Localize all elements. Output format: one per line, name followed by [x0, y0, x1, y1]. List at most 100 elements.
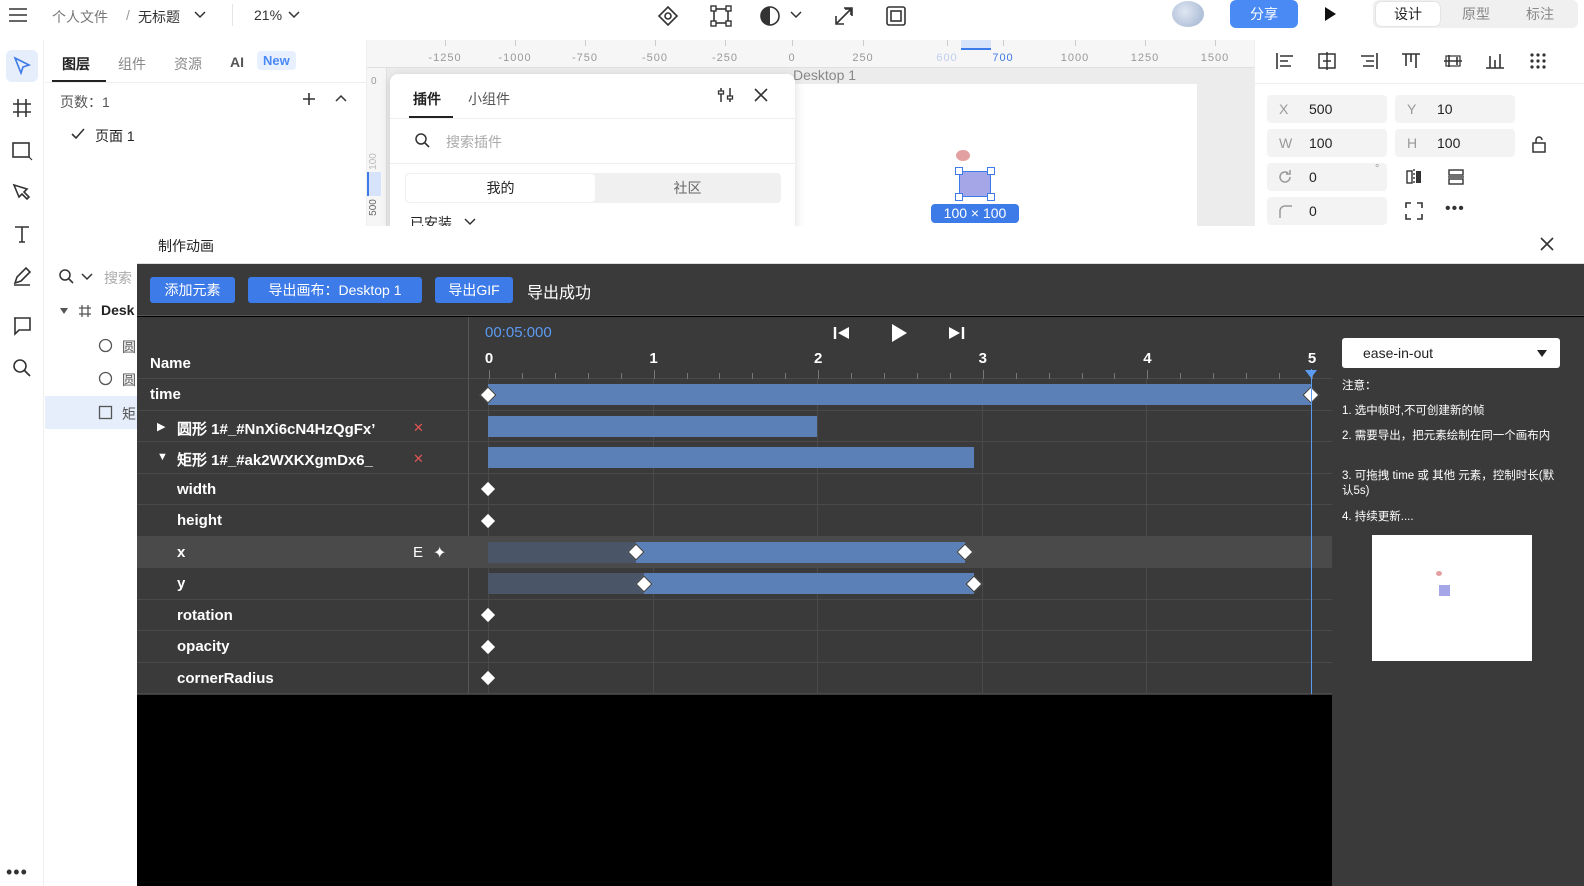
w-field[interactable]: W 100	[1267, 129, 1387, 157]
playhead-handle-icon[interactable]	[1304, 369, 1318, 379]
timeline-row-name[interactable]: time	[137, 379, 468, 411]
timeline-track[interactable]	[468, 663, 1332, 694]
resize-handle[interactable]	[955, 167, 963, 175]
corner-radius-field[interactable]: 0	[1267, 197, 1387, 225]
keyframe-diamond[interactable]	[480, 513, 496, 528]
timeline-row-name[interactable]: opacity	[137, 631, 468, 663]
rotation-value[interactable]: 0	[1309, 169, 1317, 185]
align-v-center-icon[interactable]	[1443, 52, 1463, 70]
segment-community[interactable]: 社区	[595, 174, 780, 202]
add-keyframe-icon[interactable]: ✦	[433, 543, 446, 563]
timeline-track[interactable]	[468, 631, 1332, 663]
plugin-search-input[interactable]: 搜索插件	[446, 132, 502, 152]
playhead[interactable]	[1311, 369, 1312, 694]
avatar[interactable]	[1172, 1, 1204, 27]
segment-mine[interactable]: 我的	[406, 174, 595, 202]
timeline-bar[interactable]	[488, 447, 974, 468]
export-gif-button[interactable]: 导出GIF	[435, 277, 513, 303]
align-h-center-icon[interactable]	[1317, 52, 1337, 70]
timeline-bar[interactable]	[488, 384, 1311, 405]
mode-design[interactable]: 设计	[1376, 2, 1440, 26]
rotation-field[interactable]: 0 °	[1267, 163, 1387, 191]
timeline-row-name[interactable]: ▼ 矩形 1#_#ak2WXKXgmDx6_ ✕	[137, 442, 468, 474]
layer-item-frame[interactable]: Desk	[101, 302, 134, 318]
pencil-icon[interactable]	[6, 260, 38, 292]
distribute-grid-icon[interactable]	[1529, 52, 1547, 70]
frame-label[interactable]: Desktop 1	[793, 67, 856, 83]
timeline-row-name[interactable]: y	[137, 568, 468, 600]
timeline-row-name[interactable]: height	[137, 505, 468, 537]
close-dialog-icon[interactable]	[1540, 237, 1554, 251]
h-field[interactable]: H 100	[1395, 129, 1515, 157]
close-icon[interactable]	[754, 88, 768, 102]
boolean-icon[interactable]	[758, 4, 782, 28]
timeline-track[interactable]	[468, 505, 1332, 537]
timeline-row-name[interactable]: cornerRadius	[137, 663, 468, 694]
text-icon[interactable]	[6, 218, 38, 250]
play-icon[interactable]	[1322, 6, 1338, 22]
collapse-pages-icon[interactable]	[335, 94, 347, 102]
move-tool[interactable]	[6, 50, 38, 82]
settings-sliders-icon[interactable]	[716, 86, 736, 104]
h-value[interactable]: 100	[1437, 135, 1460, 151]
timeline-track[interactable]	[468, 379, 1332, 411]
flip-horizontal-icon[interactable]	[1405, 168, 1423, 186]
component-icon[interactable]	[656, 4, 680, 28]
more-icon[interactable]: •••	[6, 862, 28, 883]
align-bottom-icon[interactable]	[1485, 52, 1505, 70]
timeline-bar[interactable]	[636, 541, 966, 563]
layer-item-ellipse-1[interactable]: 圆	[122, 337, 136, 357]
keyframe-diamond[interactable]	[480, 608, 496, 623]
chevron-down-icon[interactable]	[194, 11, 206, 19]
timeline-bar[interactable]	[488, 415, 818, 437]
tree-expand-icon[interactable]	[59, 307, 69, 315]
collapse-icon[interactable]: ▼	[157, 451, 168, 463]
ellipse-shape[interactable]	[956, 150, 970, 161]
flip-vertical-icon[interactable]	[1447, 168, 1465, 186]
timeline-row-name[interactable]: width	[137, 474, 468, 505]
expand-icon[interactable]: ▶	[157, 420, 165, 433]
x-field[interactable]: X 500	[1267, 95, 1387, 123]
timeline-track[interactable]	[468, 536, 1332, 568]
tab-layers[interactable]: 图层	[62, 54, 90, 74]
more-options-icon[interactable]: •••	[1445, 200, 1465, 218]
y-field[interactable]: Y 10	[1395, 95, 1515, 123]
resize-icon[interactable]	[832, 4, 856, 28]
timeline-track[interactable]	[468, 568, 1332, 600]
resize-handle[interactable]	[987, 193, 995, 201]
layer-search-icon[interactable]	[58, 268, 74, 284]
timeline-track[interactable]	[468, 474, 1332, 505]
corner-radius-value[interactable]: 0	[1309, 203, 1317, 219]
align-top-icon[interactable]	[1401, 52, 1421, 70]
lock-icon[interactable]	[1531, 135, 1547, 153]
layer-item-rect[interactable]: 矩	[122, 404, 136, 424]
x-value[interactable]: 500	[1309, 101, 1332, 117]
document-title[interactable]: 无标题	[138, 7, 180, 27]
zoom-chevron-icon[interactable]	[288, 11, 300, 19]
independent-corners-icon[interactable]	[1405, 202, 1423, 220]
keyframe-diamond[interactable]	[480, 671, 496, 686]
w-value[interactable]: 100	[1309, 135, 1332, 151]
tab-plugins[interactable]: 插件	[413, 89, 441, 109]
tab-ai[interactable]: AI	[230, 54, 244, 70]
mode-inspect[interactable]: 标注	[1508, 2, 1572, 26]
remove-icon[interactable]: ✕	[413, 451, 424, 467]
edit-easing-label[interactable]: E	[413, 544, 423, 561]
layer-item-ellipse-2[interactable]: 圆	[122, 370, 136, 390]
add-page-icon[interactable]	[302, 92, 316, 106]
page-item[interactable]: 页面 1	[95, 126, 135, 146]
pen-icon[interactable]	[6, 176, 38, 208]
timeline-track[interactable]	[468, 411, 1332, 442]
tab-assets[interactable]: 资源	[174, 54, 202, 74]
keyframe-diamond[interactable]	[480, 482, 496, 497]
boolean-chevron-icon[interactable]	[790, 11, 802, 19]
mode-prototype[interactable]: 原型	[1444, 2, 1508, 26]
breadcrumb-root[interactable]: 个人文件	[52, 7, 108, 27]
zoom-level[interactable]: 21%	[254, 7, 282, 23]
layer-search-input[interactable]: 搜索	[104, 268, 132, 288]
resize-handle[interactable]	[987, 167, 995, 175]
rectangle-icon[interactable]	[6, 134, 38, 166]
frame-icon[interactable]	[6, 92, 38, 124]
timeline-row-name[interactable]: rotation	[137, 600, 468, 631]
keyframe-diamond[interactable]	[480, 639, 496, 654]
